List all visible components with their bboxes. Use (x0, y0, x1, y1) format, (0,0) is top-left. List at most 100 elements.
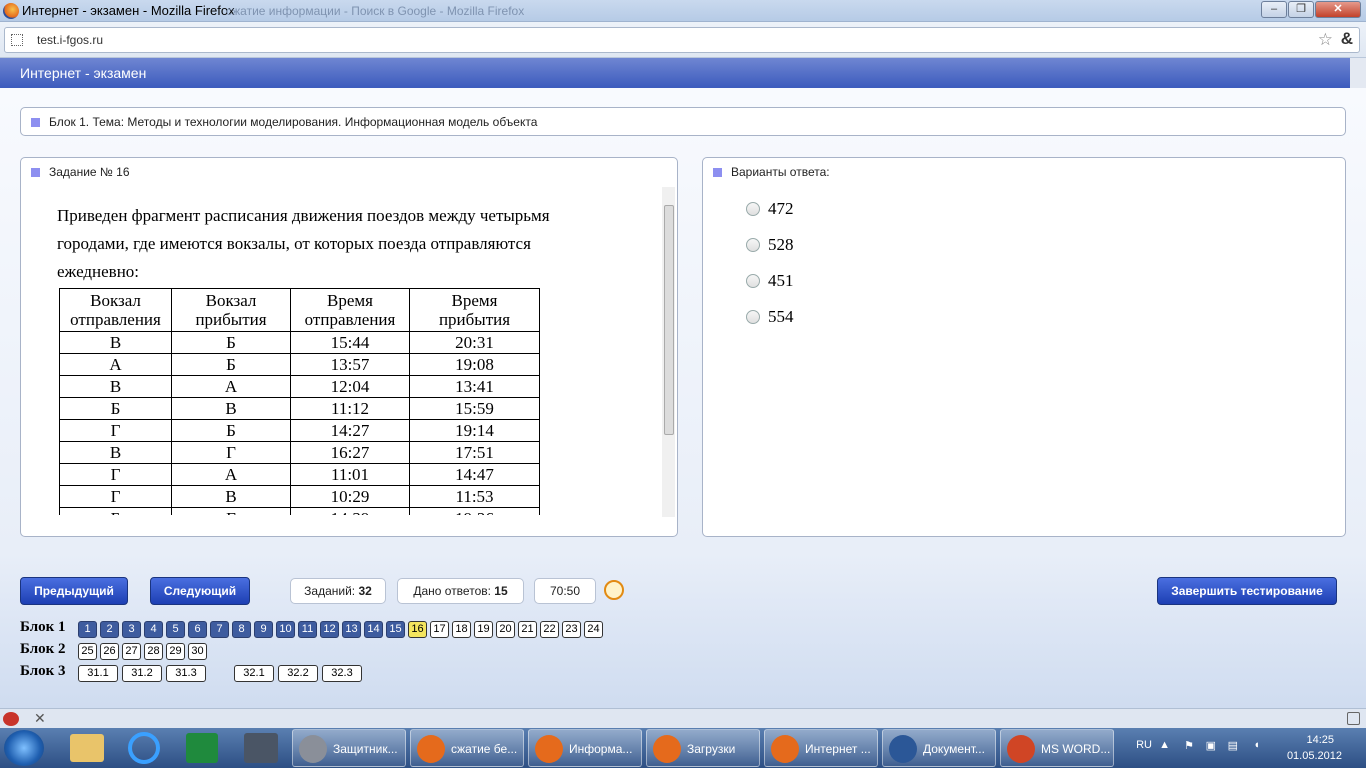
question-number-button[interactable]: 23 (562, 621, 581, 638)
question-number-button[interactable]: 32.2 (278, 665, 318, 682)
answers-heading: Варианты ответа: (731, 165, 830, 179)
task-panel: Задание № 16 Приведен фрагмент расписани… (20, 157, 678, 537)
table-cell: Г (59, 485, 172, 508)
radio-button[interactable] (746, 274, 760, 288)
question-number-button[interactable]: 7 (210, 621, 229, 638)
question-number-button[interactable]: 5 (166, 621, 185, 638)
finish-test-button[interactable]: Завершить тестирование (1157, 577, 1337, 605)
question-number-button[interactable]: 3 (122, 621, 141, 638)
table-cell: 20:31 (409, 331, 540, 354)
table-cell: В (59, 331, 172, 354)
task-scrollbar[interactable] (662, 187, 675, 517)
answer-value: 472 (768, 199, 794, 218)
question-number-button[interactable]: 18 (452, 621, 471, 638)
url-bar[interactable]: test.i-fgos.ru ☆ & (4, 27, 1360, 53)
table-cell: 16:27 (290, 441, 410, 464)
monitor-icon[interactable]: ▤ (1228, 739, 1238, 752)
question-number-button[interactable]: 25 (78, 643, 97, 660)
table-row: Г Б 14:27 19:14 (59, 419, 540, 442)
window-label: сжатие бе... (451, 742, 518, 756)
tray-expand-icon[interactable]: ▲ (1159, 739, 1170, 751)
question-number-button[interactable]: 12 (320, 621, 339, 638)
taskbar-window-button[interactable]: Интернет ... (764, 729, 878, 767)
question-number-button[interactable]: 32.1 (234, 665, 274, 682)
question-number-button[interactable]: 24 (584, 621, 603, 638)
table-row: Б В 11:12 15:59 (59, 397, 540, 420)
question-number-button[interactable]: 4 (144, 621, 163, 638)
clock-time[interactable]: 14:25 (1306, 734, 1334, 746)
question-number-button[interactable]: 28 (144, 643, 163, 660)
question-number-button[interactable]: 10 (276, 621, 295, 638)
answer-value: 451 (768, 271, 794, 290)
url-text[interactable]: test.i-fgos.ru (37, 33, 103, 47)
block-label: Блок 3 (20, 663, 66, 679)
next-button[interactable]: Следующий (150, 577, 250, 605)
question-number-button[interactable]: 31.3 (166, 665, 206, 682)
question-number-button[interactable]: 31.1 (78, 665, 118, 682)
explorer-icon[interactable] (70, 734, 104, 762)
table-cell: 11:01 (290, 463, 410, 486)
question-number-button[interactable]: 8 (232, 621, 251, 638)
clock-date[interactable]: 01.05.2012 (1287, 750, 1342, 762)
schedule-table: Вокзал отправления Вокзал прибытия Время… (59, 288, 540, 515)
bullet-icon (31, 168, 40, 177)
table-cell: Г (59, 463, 172, 486)
question-number-button[interactable]: 29 (166, 643, 185, 660)
bookmark-star-icon[interactable]: ☆ (1318, 30, 1333, 50)
adblock-icon[interactable] (3, 712, 19, 726)
question-number-button[interactable]: 11 (298, 621, 317, 638)
addon-icon[interactable]: & (1341, 29, 1353, 49)
app-m-icon[interactable] (244, 733, 278, 763)
topic-panel: Блок 1. Тема: Методы и технологии модели… (20, 107, 1346, 136)
question-number-button[interactable]: 14 (364, 621, 383, 638)
question-number-button[interactable]: 1 (78, 621, 97, 638)
question-number-button[interactable]: 21 (518, 621, 537, 638)
scrollbar-thumb[interactable] (664, 205, 674, 435)
app-header: Интернет - экзамен (0, 58, 1366, 88)
question-number-button[interactable]: 19 (474, 621, 493, 638)
question-number-button[interactable]: 30 (188, 643, 207, 660)
radio-button[interactable] (746, 238, 760, 252)
taskbar-window-button[interactable]: Документ... (882, 729, 996, 767)
maximize-button[interactable]: ❐ (1288, 1, 1314, 18)
taskbar-window-button[interactable]: сжатие бе... (410, 729, 524, 767)
table-cell: 14:47 (409, 463, 540, 486)
previous-button[interactable]: Предыдущий (20, 577, 128, 605)
question-number-button[interactable]: 32.3 (322, 665, 362, 682)
question-number-button[interactable]: 27 (122, 643, 141, 660)
radio-button[interactable] (746, 310, 760, 324)
answered-label: Дано ответов: (413, 584, 491, 598)
question-number-button[interactable]: 20 (496, 621, 515, 638)
question-number-button[interactable]: 13 (342, 621, 361, 638)
close-button[interactable]: ✕ (1315, 1, 1361, 18)
taskbar-window-button[interactable]: Загрузки (646, 729, 760, 767)
taskbar-window-button[interactable]: Информа... (528, 729, 642, 767)
taskbar-window-button[interactable]: Защитник... (292, 729, 406, 767)
table-row: В Г 16:27 17:51 (59, 441, 540, 464)
question-number-button[interactable]: 17 (430, 621, 449, 638)
question-number-button[interactable]: 2 (100, 621, 119, 638)
ie-icon[interactable] (128, 732, 160, 764)
question-number-button[interactable]: 6 (188, 621, 207, 638)
page-scrollbar[interactable] (1350, 58, 1366, 88)
question-number-button[interactable]: 15 (386, 621, 405, 638)
minimize-button[interactable]: – (1261, 1, 1287, 18)
start-button[interactable] (4, 730, 44, 766)
question-number-button[interactable]: 22 (540, 621, 559, 638)
question-number-button[interactable]: 9 (254, 621, 273, 638)
resize-grip-icon (1347, 712, 1360, 725)
volume-icon[interactable]: ◖ (1253, 739, 1260, 751)
radio-button[interactable] (746, 202, 760, 216)
question-number-button[interactable]: 31.2 (122, 665, 162, 682)
excel-icon[interactable] (186, 733, 218, 763)
question-number-button[interactable]: 16 (408, 621, 427, 638)
network-icon[interactable]: ▣ (1206, 739, 1216, 752)
language-indicator[interactable]: RU (1136, 739, 1152, 751)
close-addon-bar-icon[interactable]: ✕ (34, 710, 46, 727)
flag-icon[interactable]: ⚑ (1184, 739, 1194, 752)
table-cell: А (171, 375, 291, 398)
taskbar-window-button[interactable]: MS WORD... (1000, 729, 1114, 767)
question-number-button[interactable]: 26 (100, 643, 119, 660)
window-label: Интернет ... (805, 742, 871, 756)
table-row: А Б 13:57 19:08 (59, 353, 540, 376)
